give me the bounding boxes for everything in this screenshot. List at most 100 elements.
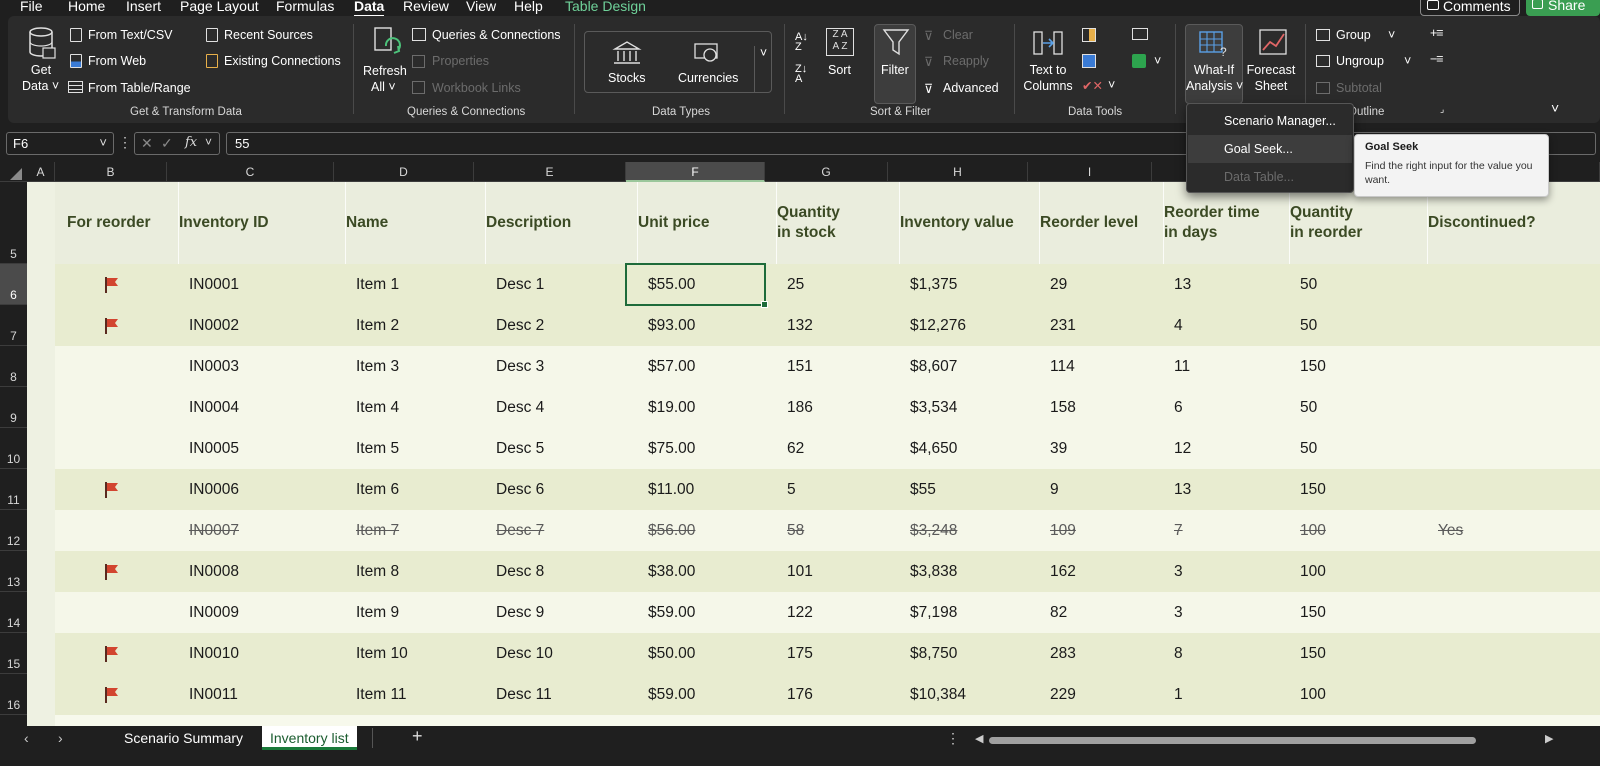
table-cell[interactable]: 50 — [1300, 428, 1317, 469]
table-cell[interactable]: 109 — [1050, 510, 1076, 551]
group-dropdown[interactable]: ˅ — [1388, 28, 1395, 42]
table-cell[interactable]: $3,838 — [910, 551, 957, 592]
table-cell[interactable]: 176 — [787, 674, 813, 715]
data-table-menu-item[interactable]: Data Table... — [1188, 163, 1352, 191]
table-cell[interactable]: $19.00 — [648, 387, 695, 428]
scroll-left-icon[interactable]: ◀ — [975, 732, 983, 745]
table-cell[interactable]: 13 — [1174, 469, 1191, 510]
queries-connections-button[interactable]: Queries & Connections — [432, 28, 561, 42]
text-to-label[interactable]: Text to — [1026, 63, 1070, 77]
more-options-icon[interactable]: ⋮ — [118, 134, 132, 151]
table-cell[interactable]: IN0006 — [189, 469, 239, 510]
properties-button[interactable]: Properties — [432, 54, 489, 68]
table-cell[interactable]: Item 4 — [356, 387, 399, 428]
goal-seek-menu-item[interactable]: Goal Seek... — [1188, 135, 1352, 163]
table-cell[interactable]: $59.00 — [648, 674, 695, 715]
from-text-csv-button[interactable]: From Text/CSV — [88, 28, 173, 42]
select-all-corner[interactable] — [10, 168, 22, 180]
table-cell[interactable]: 12 — [1174, 428, 1191, 469]
scroll-right-icon[interactable]: ▶ — [1545, 732, 1553, 745]
chevron-right-icon[interactable]: › — [58, 730, 63, 746]
data-model-icon[interactable] — [1132, 54, 1146, 68]
get-data-button[interactable]: Data ˅ — [22, 79, 59, 93]
table-row[interactable]: IN0001 Item 1 Desc 1 $55.00 25 $1,375 29 13 50 — [55, 264, 1600, 305]
sheet-tab-inventory-list[interactable]: Inventory list — [262, 726, 357, 750]
table-cell[interactable]: 8 — [1174, 633, 1183, 674]
tab-table-design[interactable]: Table Design — [565, 0, 646, 14]
row-header[interactable]: 10 — [0, 428, 27, 469]
row-header[interactable]: 8 — [0, 346, 27, 387]
table-cell[interactable]: IN0003 — [189, 346, 239, 387]
table-cell[interactable]: IN0001 — [189, 264, 239, 305]
row-header[interactable]: 6 — [0, 264, 27, 305]
table-cell[interactable]: Item 1 — [356, 264, 399, 305]
from-table-range-button[interactable]: From Table/Range — [88, 81, 191, 95]
table-cell[interactable]: $4,650 — [910, 428, 957, 469]
table-cell[interactable]: Desc 2 — [496, 305, 544, 346]
table-cell[interactable]: 101 — [787, 551, 813, 592]
column-header-g[interactable]: G — [765, 162, 888, 182]
table-cell[interactable]: Item 7 — [356, 510, 399, 551]
table-row[interactable]: IN0007 Item 7 Desc 7 $56.00 58 $3,248 109 7 100 Y… — [55, 510, 1600, 551]
table-cell[interactable]: 3 — [1174, 551, 1183, 592]
table-cell[interactable]: $8,750 — [910, 633, 957, 674]
table-cell[interactable]: IN0004 — [189, 387, 239, 428]
table-cell[interactable]: IN0002 — [189, 305, 239, 346]
workbook-links-button[interactable]: Workbook Links — [432, 81, 521, 95]
table-cell[interactable]: 13 — [1174, 264, 1191, 305]
table-cell[interactable]: 150 — [1300, 592, 1326, 633]
stocks-button[interactable]: Stocks — [608, 71, 646, 85]
sort-a-z-icon[interactable]: A↓ Z — [795, 32, 808, 53]
table-cell[interactable]: 58 — [787, 510, 804, 551]
column-header-f[interactable]: F — [626, 162, 765, 182]
table-cell[interactable]: $7,198 — [910, 592, 957, 633]
table-cell[interactable]: 162 — [1050, 551, 1076, 592]
table-cell[interactable]: 62 — [787, 428, 804, 469]
enter-icon[interactable]: ✓ — [161, 135, 173, 152]
table-cell[interactable]: Item 3 — [356, 346, 399, 387]
table-cell[interactable]: Desc 11 — [496, 674, 552, 715]
table-cell[interactable]: $75.00 — [648, 428, 695, 469]
column-header-b[interactable]: B — [55, 162, 167, 182]
sort-button[interactable]: Sort — [828, 63, 851, 77]
table-cell[interactable]: $55.00 — [648, 264, 695, 305]
data-types-expand-button[interactable]: ˅ — [754, 46, 772, 92]
table-cell[interactable]: 9 — [1050, 469, 1059, 510]
row-header[interactable]: 11 — [0, 469, 27, 510]
table-cell[interactable]: Desc 7 — [496, 510, 544, 551]
clear-button[interactable]: Clear — [943, 28, 973, 42]
table-cell[interactable]: 150 — [1300, 469, 1326, 510]
advanced-button[interactable]: Advanced — [943, 81, 999, 95]
table-cell[interactable]: Item 11 — [356, 674, 407, 715]
ungroup-dropdown[interactable]: ˅ — [1404, 54, 1411, 68]
tab-view[interactable]: View — [466, 0, 496, 14]
table-cell[interactable]: IN0007 — [189, 510, 239, 551]
table-cell[interactable]: Desc 10 — [496, 633, 553, 674]
table-cell[interactable]: $12,276 — [910, 305, 966, 346]
column-header-i[interactable]: I — [1028, 162, 1152, 182]
table-cell[interactable]: 122 — [787, 592, 813, 633]
table-cell[interactable]: $8,607 — [910, 346, 957, 387]
table-cell[interactable]: $50.00 — [648, 633, 695, 674]
table-cell[interactable]: $3,534 — [910, 387, 957, 428]
row-header[interactable]: 15 — [0, 633, 27, 674]
table-cell[interactable]: Item 10 — [356, 633, 408, 674]
chevron-down-icon[interactable]: ˅ — [99, 135, 107, 150]
header-cell[interactable]: Name — [346, 182, 486, 264]
header-cell[interactable]: Description — [486, 182, 638, 264]
name-box[interactable]: F6 ˅ — [6, 132, 114, 155]
table-cell[interactable]: Desc 8 — [496, 551, 544, 592]
reapply-button[interactable]: Reapply — [943, 54, 989, 68]
table-cell[interactable]: 100 — [1300, 510, 1326, 551]
table-cell[interactable]: IN0010 — [189, 633, 239, 674]
collapse-ribbon-button[interactable]: ˅ — [1551, 100, 1559, 116]
table-cell[interactable]: Item 6 — [356, 469, 399, 510]
flash-fill-icon[interactable] — [1082, 28, 1096, 42]
existing-connections-button[interactable]: Existing Connections — [224, 54, 341, 68]
consolidate-icon[interactable] — [1132, 28, 1148, 40]
table-cell[interactable]: Yes — [1438, 510, 1463, 551]
column-header-c[interactable]: C — [167, 162, 334, 182]
remove-duplicates-icon[interactable] — [1082, 54, 1096, 68]
table-cell[interactable]: Desc 4 — [496, 387, 544, 428]
table-cell[interactable]: 175 — [787, 633, 813, 674]
